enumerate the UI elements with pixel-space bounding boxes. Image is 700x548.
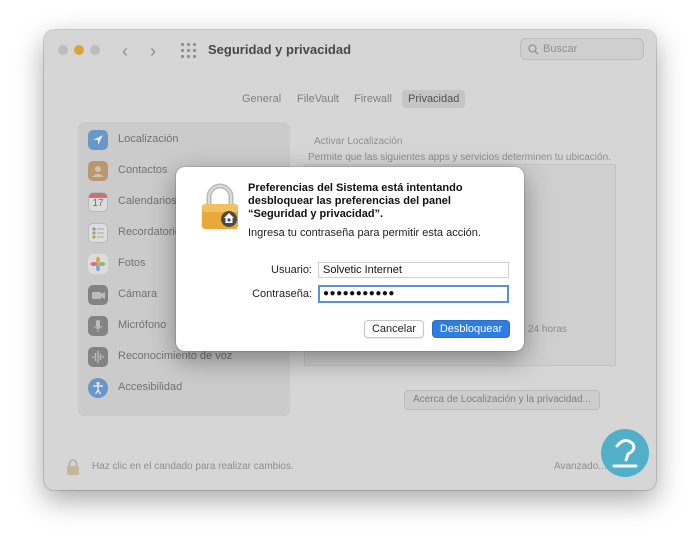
password-label: Contraseña: [252, 288, 312, 300]
watermark-logo [601, 429, 649, 477]
dialog-subtitle: Ingresa tu contraseña para permitir esta… [248, 227, 481, 239]
cancel-button[interactable]: Cancelar [364, 320, 424, 338]
dialog-title: Preferencias del Sistema está intentando… [248, 182, 463, 220]
username-field[interactable]: Solvetic Internet [318, 262, 509, 278]
unlock-button[interactable]: Desbloquear [432, 320, 510, 338]
lock-with-gear-icon [202, 183, 238, 229]
password-field[interactable]: ●●●●●●●●●●● [318, 285, 509, 303]
unlock-authentication-dialog: Preferencias del Sistema está intentando… [176, 167, 524, 351]
username-label: Usuario: [271, 264, 312, 276]
